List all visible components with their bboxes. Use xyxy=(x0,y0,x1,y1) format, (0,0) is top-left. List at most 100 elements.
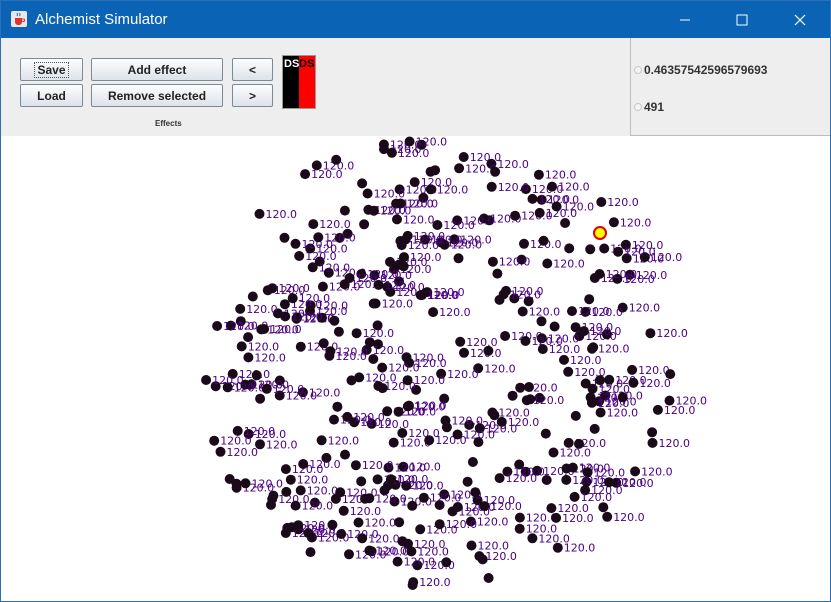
particle[interactable] xyxy=(617,392,628,403)
particle[interactable] xyxy=(316,435,327,446)
particle[interactable] xyxy=(551,512,562,523)
particle[interactable] xyxy=(329,414,339,425)
particle[interactable] xyxy=(524,382,534,392)
particle[interactable] xyxy=(308,219,319,230)
particle[interactable] xyxy=(479,501,490,512)
particle[interactable] xyxy=(534,207,545,218)
particle[interactable] xyxy=(359,219,370,230)
particle[interactable] xyxy=(224,474,235,484)
particle[interactable] xyxy=(548,447,559,458)
remove-selected-button[interactable]: Remove selected xyxy=(91,84,223,107)
particle[interactable] xyxy=(567,306,577,317)
particle[interactable] xyxy=(404,136,415,147)
particle[interactable] xyxy=(290,238,301,249)
particle[interactable] xyxy=(561,474,572,485)
particle[interactable] xyxy=(452,429,463,440)
particle[interactable] xyxy=(388,437,399,448)
particle[interactable] xyxy=(317,281,328,292)
particle[interactable] xyxy=(541,475,552,485)
particle[interactable] xyxy=(402,375,413,386)
maximize-button[interactable] xyxy=(713,1,771,38)
particle[interactable] xyxy=(647,427,658,438)
particle[interactable] xyxy=(602,511,613,522)
particle[interactable] xyxy=(564,243,575,254)
particle[interactable] xyxy=(652,404,663,415)
particle[interactable] xyxy=(344,549,354,560)
particle[interactable] xyxy=(517,306,528,317)
particle[interactable] xyxy=(409,177,420,188)
particle[interactable] xyxy=(418,492,429,503)
particle[interactable] xyxy=(608,217,619,228)
particle[interactable] xyxy=(467,457,478,467)
particle[interactable] xyxy=(596,197,607,207)
particle[interactable] xyxy=(385,256,395,267)
particle[interactable] xyxy=(329,315,340,326)
particle[interactable] xyxy=(357,533,368,544)
particle[interactable] xyxy=(519,238,529,249)
particle[interactable] xyxy=(542,258,553,269)
particle[interactable] xyxy=(594,269,605,279)
particle[interactable] xyxy=(538,235,549,246)
particle[interactable] xyxy=(664,395,675,406)
particle[interactable] xyxy=(570,410,581,421)
next-button[interactable]: > xyxy=(232,84,273,107)
radio-option-2[interactable] xyxy=(634,103,642,111)
particle[interactable] xyxy=(357,178,368,189)
particle[interactable] xyxy=(394,517,405,528)
particle[interactable] xyxy=(354,372,365,383)
particle[interactable] xyxy=(351,328,362,339)
particle[interactable] xyxy=(514,523,525,534)
particle[interactable] xyxy=(243,352,254,363)
particle[interactable] xyxy=(364,493,375,504)
particle[interactable] xyxy=(255,393,266,404)
particle[interactable] xyxy=(377,383,388,394)
particle[interactable] xyxy=(400,234,411,245)
particle[interactable] xyxy=(372,474,383,485)
particle[interactable] xyxy=(415,524,426,535)
particle[interactable] xyxy=(613,246,624,257)
particle[interactable] xyxy=(215,446,226,457)
particle[interactable] xyxy=(494,473,505,484)
particle[interactable] xyxy=(279,232,290,243)
particle[interactable] xyxy=(362,188,373,199)
title-bar[interactable]: Alchemist Simulator xyxy=(1,1,830,38)
particle[interactable] xyxy=(335,487,346,498)
particle[interactable] xyxy=(254,208,265,219)
particle[interactable] xyxy=(487,256,498,267)
particle[interactable] xyxy=(563,366,574,377)
particle[interactable] xyxy=(552,542,563,553)
particle[interactable] xyxy=(496,416,507,427)
particle[interactable] xyxy=(392,556,403,567)
particle[interactable] xyxy=(537,344,548,355)
particle[interactable] xyxy=(393,259,404,270)
particle[interactable] xyxy=(393,406,404,417)
particle[interactable] xyxy=(318,338,329,349)
particle[interactable] xyxy=(586,397,597,408)
radio-option-1[interactable] xyxy=(634,66,642,74)
particle[interactable] xyxy=(582,467,593,478)
particle[interactable] xyxy=(300,169,311,180)
particle[interactable] xyxy=(492,268,503,279)
particle[interactable] xyxy=(338,505,349,516)
particle[interactable] xyxy=(377,362,388,373)
particle[interactable] xyxy=(235,303,246,314)
particle[interactable] xyxy=(507,390,518,401)
particle-field[interactable]: 120.0120.0120.0120.0120.0120.0120.0120.0… xyxy=(1,136,830,601)
particle[interactable] xyxy=(569,491,580,502)
particle[interactable] xyxy=(477,554,488,565)
particle[interactable] xyxy=(285,474,296,485)
particle[interactable] xyxy=(428,307,439,318)
particle[interactable] xyxy=(533,169,544,180)
particle[interactable] xyxy=(339,205,350,216)
simulation-canvas[interactable]: 120.0 120.0 120.0 120.0 120.0 120.0 120.0 120.0… xyxy=(1,136,830,601)
particle[interactable] xyxy=(486,181,497,192)
particle[interactable] xyxy=(415,290,426,301)
particle[interactable] xyxy=(212,321,223,331)
particle[interactable] xyxy=(584,294,595,305)
load-button[interactable]: Load xyxy=(20,84,83,107)
particle[interactable] xyxy=(327,519,338,530)
particle[interactable] xyxy=(466,540,477,551)
particle[interactable] xyxy=(459,347,469,358)
particle[interactable] xyxy=(368,354,379,364)
particle[interactable] xyxy=(307,262,318,273)
